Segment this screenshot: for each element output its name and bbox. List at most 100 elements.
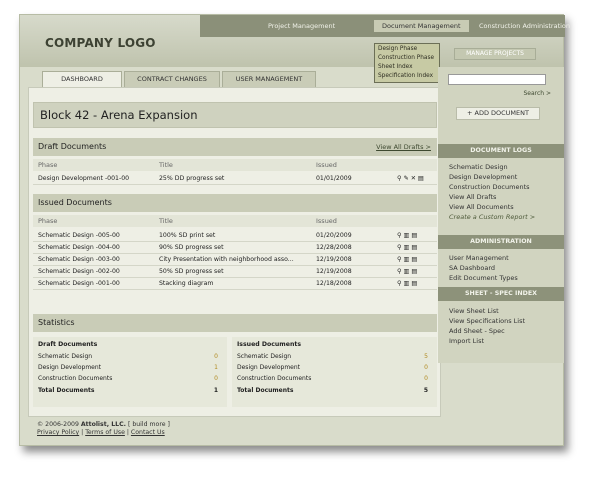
col-issued[interactable]: Issued xyxy=(316,217,337,225)
footer: © 2006-2009 Attolist, LLC. [ build more … xyxy=(37,421,170,436)
stat-value: 5 xyxy=(424,353,428,360)
row-issued: 12/19/2008 xyxy=(316,256,352,263)
document-logs-list: Schematic Design Design Development Cons… xyxy=(449,162,535,222)
tab-user-management[interactable]: USER MANAGEMENT xyxy=(222,71,316,87)
tab-contract-changes[interactable]: CONTRACT CHANGES xyxy=(124,71,220,87)
stat-row: Schematic Design 0 xyxy=(38,353,222,363)
stat-total-row: Total Documents 1 xyxy=(38,387,222,397)
view-all-drafts-link[interactable]: View All Drafts > xyxy=(376,143,431,151)
stat-label: Design Development xyxy=(38,364,102,371)
stat-row: Design Development 1 xyxy=(38,364,222,374)
table-row[interactable]: Schematic Design -005-00 100% SD print s… xyxy=(33,230,437,242)
document-icon[interactable]: ▤ xyxy=(411,232,419,239)
col-title[interactable]: Title xyxy=(159,161,173,169)
stat-label: Design Development xyxy=(237,364,301,371)
project-title: Block 42 - Arena Expansion xyxy=(40,108,198,122)
statistics-title: Statistics xyxy=(38,318,75,327)
sidebar-item-view-all-drafts[interactable]: View All Drafts xyxy=(449,192,535,202)
document-icon[interactable]: ▤ xyxy=(411,244,419,251)
sidebar-item-view-sheet-list[interactable]: View Sheet List xyxy=(449,306,525,316)
table-row[interactable]: Schematic Design -002-00 50% SD progress… xyxy=(33,266,437,278)
contact-us-link[interactable]: Contact Us xyxy=(131,429,165,436)
stat-total-row: Total Documents 5 xyxy=(237,387,432,397)
tab-dashboard[interactable]: DASHBOARD xyxy=(42,71,122,87)
sidebar-item-view-specifications-list[interactable]: View Specifications List xyxy=(449,316,525,326)
table-row[interactable]: Schematic Design -004-00 90% SD progress… xyxy=(33,242,437,254)
document-management-dropdown: Design Phase Construction Phase Sheet In… xyxy=(374,43,440,83)
draft-column-headers: Phase Title Issued xyxy=(33,159,437,171)
sidebar-item-add-sheet-spec[interactable]: Add Sheet - Spec xyxy=(449,326,525,336)
stat-value: 0 xyxy=(214,353,218,360)
col-title[interactable]: Title xyxy=(159,217,173,225)
stat-label: Schematic Design xyxy=(237,353,292,360)
manage-projects-button[interactable]: MANAGE PROJECTS xyxy=(454,48,536,60)
row-title: 50% SD progress set xyxy=(159,268,224,275)
dropdown-item-sheet-index[interactable]: Sheet Index xyxy=(378,63,436,72)
table-row[interactable]: Design Development -001-00 25% DD progre… xyxy=(33,173,437,185)
stat-value: 0 xyxy=(424,364,428,371)
create-custom-report-link[interactable]: Create a Custom Report > xyxy=(449,212,535,222)
table-row[interactable]: Schematic Design -001-00 Stacking diagra… xyxy=(33,278,437,290)
administration-header: ADMINISTRATION xyxy=(438,235,564,249)
col-issued[interactable]: Issued xyxy=(316,161,337,169)
document-icon[interactable]: ▤ xyxy=(418,175,426,182)
sidebar-item-user-management[interactable]: User Management xyxy=(449,253,518,263)
document-icon[interactable]: ▤ xyxy=(411,280,419,287)
edit-icon[interactable]: ✎ xyxy=(404,175,411,182)
nav-construction-administration[interactable]: Construction Administration xyxy=(479,22,570,30)
company-name: Attolist, LLC. xyxy=(80,421,126,428)
sidebar-item-import-list[interactable]: Import List xyxy=(449,336,525,346)
stat-row: Construction Documents 0 xyxy=(237,375,432,385)
dropdown-item-construction-phase[interactable]: Construction Phase xyxy=(378,54,436,63)
row-issued: 12/28/2008 xyxy=(316,244,352,251)
draft-stats-title: Draft Documents xyxy=(38,341,98,348)
sidebar-item-sa-dashboard[interactable]: SA Dashboard xyxy=(449,263,518,273)
dropdown-item-design-phase[interactable]: Design Phase xyxy=(378,45,436,54)
sidebar-item-edit-document-types[interactable]: Edit Document Types xyxy=(449,273,518,283)
row-actions: ⚲▥▤ xyxy=(397,268,419,275)
statistics-header: Statistics xyxy=(33,314,437,332)
stat-row: Construction Documents 0 xyxy=(38,375,222,385)
stat-value: 0 xyxy=(214,375,218,382)
stat-label: Total Documents xyxy=(237,387,294,394)
sheet-spec-index-header: SHEET - SPEC INDEX xyxy=(438,287,564,301)
sidebar-item-design-development[interactable]: Design Development xyxy=(449,172,535,182)
build-link[interactable]: [ build more ] xyxy=(128,421,170,428)
privacy-policy-link[interactable]: Privacy Policy xyxy=(37,429,79,436)
row-actions: ⚲▥▤ xyxy=(397,232,419,239)
table-row[interactable]: Schematic Design -003-00 City Presentati… xyxy=(33,254,437,266)
stat-label: Total Documents xyxy=(38,387,95,394)
row-issued: 12/19/2008 xyxy=(316,268,352,275)
issued-stats-box: Issued Documents Schematic Design 5 Desig… xyxy=(232,337,437,407)
row-title: 100% SD print set xyxy=(159,232,216,239)
stat-row: Design Development 0 xyxy=(237,364,432,374)
add-document-button[interactable]: + ADD DOCUMENT xyxy=(456,107,540,120)
sidebar-item-construction-documents[interactable]: Construction Documents xyxy=(449,182,535,192)
col-phase[interactable]: Phase xyxy=(38,161,57,169)
company-logo: COMPANY LOGO xyxy=(45,36,156,50)
document-icon[interactable]: ▤ xyxy=(411,268,419,275)
row-title: 25% DD progress set xyxy=(159,175,225,182)
nav-document-management[interactable]: Document Management xyxy=(374,20,469,32)
terms-of-use-link[interactable]: Terms of Use xyxy=(85,429,125,436)
nav-project-management[interactable]: Project Management xyxy=(268,22,335,30)
row-phase: Design Development -001-00 xyxy=(38,175,130,182)
issued-documents-title: Issued Documents xyxy=(38,198,112,207)
document-icon[interactable]: ▤ xyxy=(411,256,419,263)
stat-value: 1 xyxy=(213,387,218,394)
search-link[interactable]: Search > xyxy=(523,90,551,97)
search-input[interactable] xyxy=(448,74,546,85)
draft-documents-header: Draft Documents View All Drafts > xyxy=(33,138,437,156)
row-issued: 01/20/2009 xyxy=(316,232,352,239)
stat-label: Schematic Design xyxy=(38,353,93,360)
issued-stats-title: Issued Documents xyxy=(237,341,302,348)
sidebar-item-view-all-documents[interactable]: View All Documents xyxy=(449,202,535,212)
delete-icon[interactable]: ✕ xyxy=(411,175,418,182)
app-window: COMPANY LOGO Project Management Document… xyxy=(19,14,570,446)
stat-row: Schematic Design 5 xyxy=(237,353,432,363)
dropdown-item-specification-index[interactable]: Specification Index xyxy=(378,72,436,81)
top-nav: Project Management Document Management C… xyxy=(200,15,570,37)
col-phase[interactable]: Phase xyxy=(38,217,57,225)
sidebar-item-schematic-design[interactable]: Schematic Design xyxy=(449,162,535,172)
row-title: City Presentation with neighborhood asso… xyxy=(159,256,294,263)
